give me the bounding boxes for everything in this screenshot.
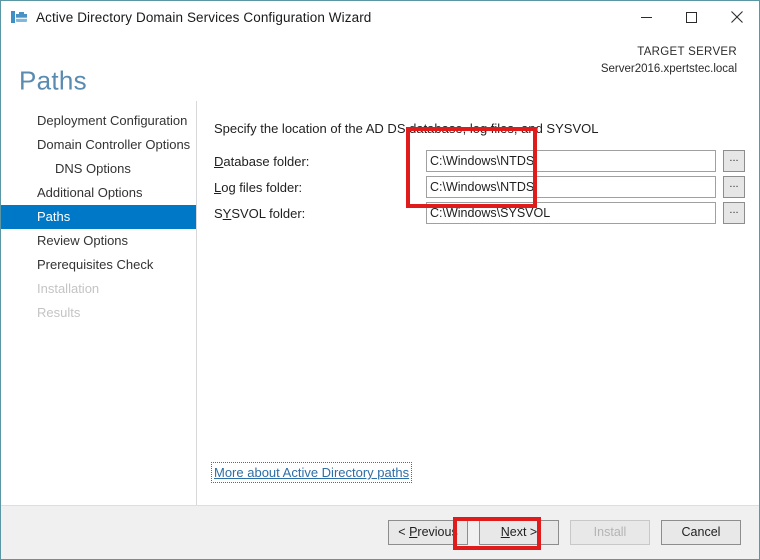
target-server-block: TARGET SERVER Server2016.xpertstec.local [601, 44, 737, 77]
close-button[interactable] [714, 1, 759, 33]
wizard-navigation: Deployment Configuration Domain Controll… [1, 101, 197, 505]
body-area: Deployment Configuration Domain Controll… [1, 101, 759, 505]
next-button[interactable]: Next > [479, 520, 559, 545]
content-panel: Specify the location of the AD DS databa… [197, 101, 759, 505]
window-controls [624, 1, 759, 33]
maximize-icon [686, 11, 697, 23]
log-files-folder-browse-button[interactable]: ... [723, 176, 745, 198]
ad-ds-server-icon [10, 8, 28, 26]
maximize-button[interactable] [669, 1, 714, 33]
close-icon [730, 11, 743, 23]
more-link-container: More about Active Directory paths [210, 462, 413, 483]
database-folder-row: Database folder: ... [214, 150, 759, 172]
sysvol-folder-label: SYSVOL folder: [214, 205, 306, 221]
sidebar-item-results: Results [37, 305, 81, 320]
wizard-window: Active Directory Domain Services Configu… [0, 0, 760, 560]
sidebar-item-prerequisites-check[interactable]: Prerequisites Check [1, 253, 196, 277]
target-server-label: TARGET SERVER [637, 46, 737, 58]
sidebar-item-installation: Installation [37, 281, 100, 296]
sidebar-item-deployment-configuration[interactable]: Deployment Configuration [1, 109, 196, 133]
more-about-active-directory-paths-link[interactable]: More about Active Directory paths [210, 462, 413, 483]
sysvol-folder-browse-button[interactable]: ... [723, 202, 745, 224]
sysvol-folder-row: SYSVOL folder: ... [214, 202, 759, 224]
sidebar-item-review-options[interactable]: Review Options [1, 229, 196, 253]
sidebar-item-domain-controller-options[interactable]: Domain Controller Options [1, 133, 196, 157]
database-folder-label: Database folder: [214, 153, 310, 169]
minimize-icon [641, 16, 652, 18]
window-title: Active Directory Domain Services Configu… [36, 9, 372, 25]
sidebar-item-additional-options[interactable]: Additional Options [1, 181, 196, 205]
page-header: Paths TARGET SERVER Server2016.xpertstec… [1, 33, 759, 101]
target-server-name: Server2016.xpertstec.local [600, 62, 737, 75]
instruction-text: Specify the location of the AD DS databa… [214, 121, 599, 136]
log-files-folder-input[interactable] [426, 176, 716, 198]
title-bar: Active Directory Domain Services Configu… [1, 1, 759, 33]
page-title: Paths [19, 65, 87, 96]
previous-button[interactable]: < Previous [388, 520, 468, 545]
sidebar-item-paths[interactable]: Paths [1, 205, 196, 229]
install-button: Install [570, 520, 650, 545]
wizard-footer: < Previous Next > Install Cancel [1, 505, 759, 559]
log-files-folder-label: Log files folder: [214, 179, 303, 195]
sysvol-folder-input[interactable] [426, 202, 716, 224]
cancel-button[interactable]: Cancel [661, 520, 741, 545]
log-files-folder-row: Log files folder: ... [214, 176, 759, 198]
sidebar-item-dns-options[interactable]: DNS Options [1, 157, 196, 181]
minimize-button[interactable] [624, 1, 669, 33]
database-folder-input[interactable] [426, 150, 716, 172]
database-folder-browse-button[interactable]: ... [723, 150, 745, 172]
